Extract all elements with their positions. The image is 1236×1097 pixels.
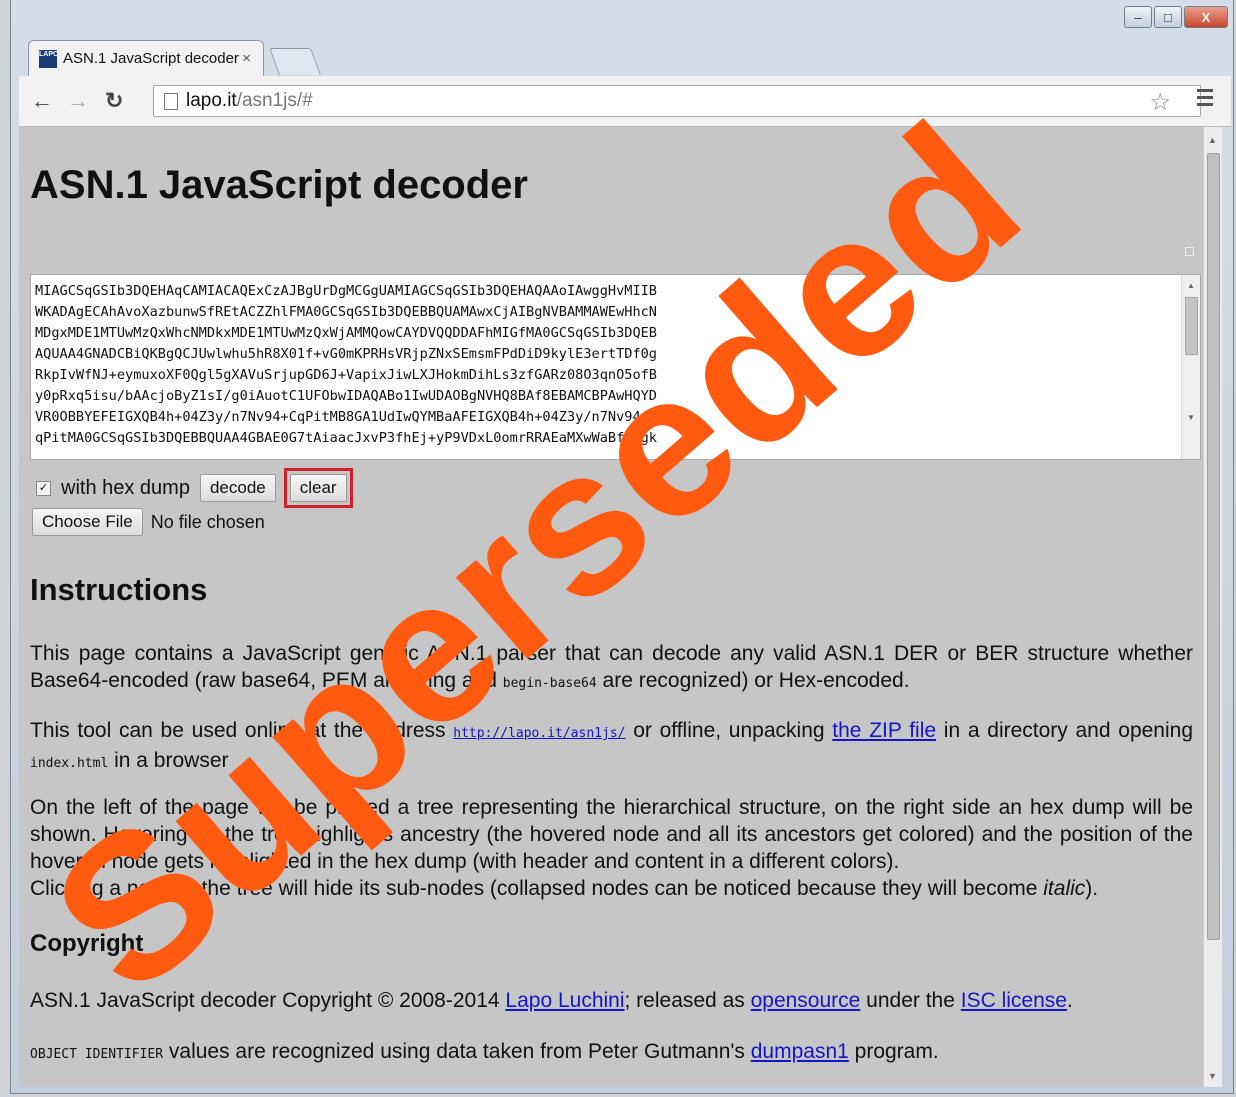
code-index-html: index.html <box>30 756 109 771</box>
file-input-row: Choose File No file chosen <box>32 508 265 536</box>
text: This tool can be used online at the addr… <box>30 719 454 742</box>
text: program. <box>848 1040 939 1063</box>
lapo-favicon-icon: LAPO <box>39 49 58 68</box>
close-button[interactable]: X <box>1184 6 1228 28</box>
text: or offline, unpacking <box>625 719 833 742</box>
reload-icon[interactable]: ↻ <box>105 88 123 114</box>
textarea-scroll-thumb[interactable] <box>1185 297 1198 355</box>
clear-highlight-box: clear <box>283 468 353 508</box>
minimize-button[interactable]: – <box>1124 6 1152 28</box>
text: under the <box>860 989 961 1012</box>
page-icon <box>164 92 178 110</box>
scroll-up-icon[interactable]: ▲ <box>1208 135 1217 145</box>
tab-asn1-decoder[interactable]: LAPO ASN.1 JavaScript decoder × <box>28 40 264 76</box>
scroll-down-icon[interactable]: ▼ <box>1208 1071 1217 1081</box>
text: are recognized) or Hex-encoded. <box>596 669 910 692</box>
choose-file-button[interactable]: Choose File <box>32 508 143 536</box>
browser-toolbar: ← → ↻ lapo.it/asn1js/# ☆ <box>19 76 1231 127</box>
text: ; released as <box>624 989 751 1012</box>
copyright-line: ASN.1 JavaScript decoder Copyright © 200… <box>30 987 1193 1014</box>
url-path: /asn1js/# <box>236 90 313 111</box>
author-link[interactable]: Lapo Luchini <box>505 989 624 1012</box>
zip-file-link[interactable]: the ZIP file <box>832 719 936 742</box>
isc-license-link[interactable]: ISC license <box>961 989 1067 1012</box>
tab-strip: LAPO ASN.1 JavaScript decoder × <box>28 40 1028 76</box>
decoder-controls: ✓ with hex dump decode clear <box>30 468 353 508</box>
no-file-label: No file chosen <box>150 511 265 532</box>
page-scrollbar[interactable]: ▲ ▼ <box>1203 127 1222 1087</box>
text: ). <box>1085 877 1099 900</box>
clear-button[interactable]: clear <box>289 474 347 502</box>
tab-title: ASN.1 JavaScript decoder <box>63 50 239 67</box>
new-tab-button[interactable] <box>269 48 321 75</box>
text: in a directory and opening <box>936 719 1194 742</box>
dumpasn1-link[interactable]: dumpasn1 <box>751 1040 849 1063</box>
italic-word: italic <box>1043 877 1086 900</box>
textarea-scrollbar[interactable]: ▲ ▼ <box>1181 275 1200 459</box>
scroll-up-icon[interactable]: ▲ <box>1187 281 1195 290</box>
instructions-heading: Instructions <box>30 572 208 607</box>
text: On the left of the page will be printed … <box>30 796 1193 873</box>
asn1js-url-link[interactable]: http://lapo.it/asn1js/ <box>453 726 625 741</box>
tab-close-icon[interactable]: × <box>242 50 251 67</box>
page-viewport: ASN.1 JavaScript decoder MIAGCSqGSIb3DQE… <box>19 127 1203 1087</box>
window-controls: – □ X <box>1124 6 1228 28</box>
hex-dump-label: with hex dump <box>61 476 190 499</box>
text: ASN.1 JavaScript decoder Copyright © 200… <box>30 989 506 1012</box>
page-scroll-thumb[interactable] <box>1207 153 1220 940</box>
scroll-down-icon[interactable]: ▼ <box>1187 413 1195 422</box>
decode-button[interactable]: decode <box>199 474 276 502</box>
hex-dump-checkbox[interactable]: ✓ <box>36 480 51 496</box>
copyright-heading: Copyright <box>30 930 144 957</box>
asn1-input-textarea[interactable]: MIAGCSqGSIb3DQEHAqCAMIACAQExCzAJBgUrDgMC… <box>30 274 1201 460</box>
instructions-paragraph-3: On the left of the page will be printed … <box>30 794 1193 902</box>
text: values are recognized using data taken f… <box>163 1040 751 1063</box>
instructions-paragraph-1: This page contains a JavaScript generic … <box>30 640 1193 697</box>
address-bar[interactable]: lapo.it/asn1js/# <box>153 85 1201 117</box>
page-title: ASN.1 JavaScript decoder <box>30 163 528 207</box>
asn1-input-text[interactable]: MIAGCSqGSIb3DQEHAqCAMIACAQExCzAJBgUrDgMC… <box>31 275 1200 449</box>
code-object-identifier: OBJECT IDENTIFIER <box>30 1047 164 1062</box>
text: in a browser <box>108 749 229 772</box>
text: . <box>1066 989 1073 1012</box>
code-begin-base64: begin-base64 <box>502 676 597 691</box>
oid-line: OBJECT IDENTIFIER values are recognized … <box>30 1038 1193 1068</box>
back-arrow-icon[interactable]: ← <box>31 88 53 114</box>
maximize-button[interactable]: □ <box>1154 6 1182 28</box>
hamburger-menu-icon[interactable] <box>1197 89 1213 110</box>
resize-handle <box>1185 247 1194 256</box>
url-host: lapo.it <box>186 90 237 111</box>
opensource-link[interactable]: opensource <box>751 989 861 1012</box>
bookmark-star-icon[interactable]: ☆ <box>1149 88 1171 117</box>
forward-arrow-icon[interactable]: → <box>67 88 89 114</box>
text: Clicking a node in the tree will hide it… <box>30 877 1044 900</box>
instructions-paragraph-2: This tool can be used online at the addr… <box>30 717 1193 777</box>
